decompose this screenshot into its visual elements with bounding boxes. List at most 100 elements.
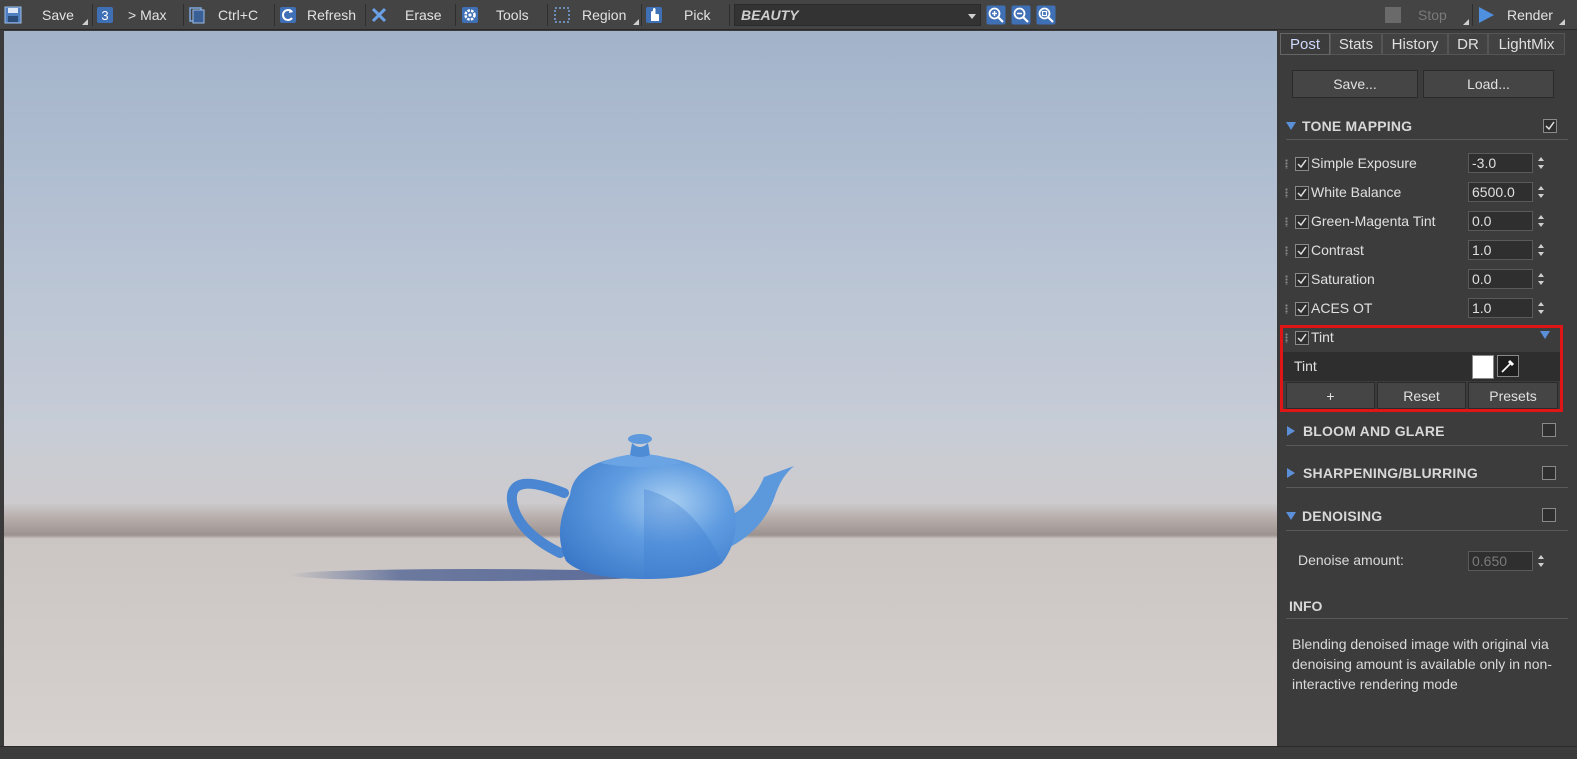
copy-icon: [188, 6, 206, 24]
render-menu-corner[interactable]: [1559, 19, 1565, 25]
stop-label: Stop: [1418, 7, 1447, 23]
expand-arrow-icon: [1286, 512, 1296, 520]
zoom-out-button[interactable]: [1011, 5, 1031, 25]
history-3-icon: 3: [96, 6, 114, 24]
contrast-input[interactable]: 1.0: [1468, 240, 1533, 260]
section-divider: [1286, 445, 1568, 446]
simple-exposure-input[interactable]: -3.0: [1468, 153, 1533, 173]
drag-handle-icon[interactable]: [1285, 217, 1288, 227]
gear-icon: [461, 6, 479, 24]
drag-handle-icon[interactable]: [1285, 275, 1288, 285]
white-balance-spinner[interactable]: [1536, 182, 1546, 202]
contrast-checkbox[interactable]: [1295, 244, 1309, 258]
toolbar-separator: [274, 4, 275, 26]
saturation-spinner[interactable]: [1536, 269, 1546, 289]
zoom-fit-icon: [1036, 5, 1056, 25]
denoising-enable-checkbox[interactable]: [1542, 508, 1556, 522]
stop-menu-corner[interactable]: [1463, 19, 1469, 25]
render-viewport[interactable]: [4, 31, 1277, 746]
save-menu-corner[interactable]: [82, 19, 88, 25]
region-button[interactable]: Region: [553, 3, 626, 27]
tone-mapping-header[interactable]: TONE MAPPING: [1286, 114, 1412, 138]
zoom-in-icon: [986, 5, 1006, 25]
pick-hand-icon: [645, 6, 663, 24]
denoise-amount-spinner[interactable]: [1536, 551, 1546, 571]
checkmark-icon: [1545, 121, 1555, 131]
tools-button[interactable]: Tools: [461, 3, 529, 27]
expand-arrow-icon: [1287, 426, 1295, 436]
aces-ot-spinner[interactable]: [1536, 298, 1546, 318]
green-magenta-tint-input[interactable]: 0.0: [1468, 211, 1533, 231]
sharpening-header[interactable]: SHARPENING/BLURRING: [1286, 461, 1478, 485]
zoom-fit-button[interactable]: [1036, 5, 1056, 25]
max-label: > Max: [128, 7, 167, 23]
tools-label: Tools: [496, 7, 529, 23]
zoom-out-icon: [1011, 5, 1031, 25]
bloom-glare-header[interactable]: BLOOM AND GLARE: [1286, 419, 1445, 443]
load-preset-button[interactable]: Load...: [1423, 70, 1554, 98]
denoising-header[interactable]: DENOISING: [1286, 504, 1382, 528]
region-menu-corner[interactable]: [633, 19, 639, 25]
save-button[interactable]: Save: [4, 3, 74, 27]
bloom-glare-enable-checkbox[interactable]: [1542, 423, 1556, 437]
section-divider: [1286, 618, 1568, 619]
pick-label: Pick: [684, 7, 711, 23]
pick-button[interactable]: Pick: [645, 3, 710, 27]
tone-mapping-enable-checkbox[interactable]: [1543, 119, 1557, 133]
simple-exposure-spinner[interactable]: [1536, 153, 1546, 173]
drag-handle-icon[interactable]: [1285, 246, 1288, 256]
tab-dr[interactable]: DR: [1448, 33, 1488, 55]
zoom-in-button[interactable]: [986, 5, 1006, 25]
green-magenta-tint-checkbox[interactable]: [1295, 215, 1309, 229]
tab-lightmix[interactable]: LightMix: [1488, 33, 1565, 55]
info-title: INFO: [1289, 598, 1323, 614]
toolbar-separator: [365, 4, 366, 26]
send-to-max-button[interactable]: 3 > Max: [96, 3, 167, 27]
drag-handle-icon[interactable]: [1285, 304, 1288, 314]
render-button[interactable]: Render: [1477, 3, 1553, 27]
expand-arrow-icon: [1286, 122, 1296, 130]
aces-ot-label: ACES OT: [1311, 300, 1373, 316]
tab-history[interactable]: History: [1382, 33, 1448, 55]
region-label: Region: [582, 7, 627, 23]
refresh-icon: [279, 6, 297, 24]
drag-handle-icon[interactable]: [1285, 159, 1288, 169]
simple-exposure-label: Simple Exposure: [1311, 155, 1417, 171]
region-icon: [553, 6, 571, 24]
aces-ot-checkbox[interactable]: [1295, 302, 1309, 316]
contrast-spinner[interactable]: [1536, 240, 1546, 260]
render-channel-value: BEAUTY: [741, 7, 799, 23]
sharpening-title: SHARPENING/BLURRING: [1303, 465, 1478, 481]
contrast-label: Contrast: [1311, 242, 1364, 258]
section-divider: [1286, 487, 1568, 488]
toolbar-separator: [455, 4, 456, 26]
saturation-checkbox[interactable]: [1295, 273, 1309, 287]
render-channel-select[interactable]: BEAUTY: [734, 4, 981, 26]
refresh-button[interactable]: Refresh: [279, 3, 356, 27]
copy-button[interactable]: Ctrl+C: [188, 3, 258, 27]
chevron-down-icon: [968, 14, 976, 19]
denoise-amount-label: Denoise amount:: [1298, 552, 1404, 568]
toolbar-separator: [183, 4, 184, 26]
erase-label: Erase: [405, 7, 442, 23]
erase-button[interactable]: Erase: [370, 3, 442, 27]
white-balance-checkbox[interactable]: [1295, 186, 1309, 200]
simple-exposure-checkbox[interactable]: [1295, 157, 1309, 171]
save-label: Save: [42, 7, 74, 23]
save-preset-button[interactable]: Save...: [1292, 70, 1418, 98]
tab-stats[interactable]: Stats: [1330, 33, 1382, 55]
green-magenta-tint-spinner[interactable]: [1536, 211, 1546, 231]
copy-label: Ctrl+C: [218, 7, 259, 23]
white-balance-input[interactable]: 6500.0: [1468, 182, 1533, 202]
tab-post[interactable]: Post: [1280, 33, 1330, 55]
svg-text:3: 3: [101, 8, 108, 23]
aces-ot-input[interactable]: 1.0: [1468, 298, 1533, 318]
toolbar-separator: [729, 4, 730, 26]
section-divider: [1286, 530, 1568, 531]
saturation-input[interactable]: 0.0: [1468, 269, 1533, 289]
drag-handle-icon[interactable]: [1285, 188, 1288, 198]
render-label: Render: [1507, 7, 1553, 23]
sharpening-enable-checkbox[interactable]: [1542, 466, 1556, 480]
stop-button[interactable]: Stop: [1384, 3, 1447, 27]
denoise-amount-input[interactable]: 0.650: [1468, 551, 1533, 571]
